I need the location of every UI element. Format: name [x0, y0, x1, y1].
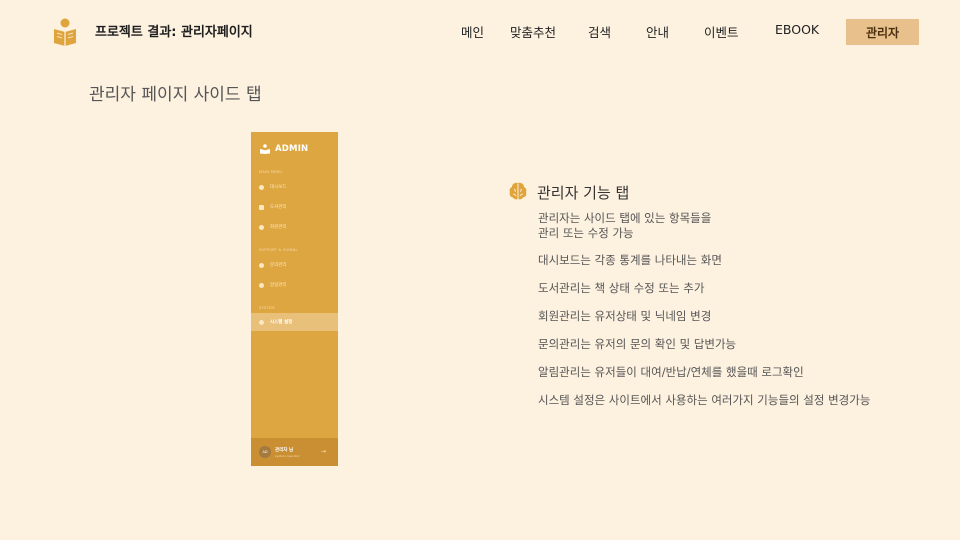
book-reader-icon — [260, 144, 270, 154]
sidebar-section-system: SYSTEM — [259, 306, 275, 310]
sidebar-header: ADMIN — [260, 142, 308, 156]
sidebar-item-inquiries[interactable]: 문의관리 — [251, 256, 338, 274]
admin-sidebar-preview: ADMIN MAIN MENU 대시보드 도서관리 회원관리 SUPPORT &… — [251, 132, 338, 466]
nav-ebook[interactable]: EBOOK — [775, 22, 819, 37]
sidebar-item-label: 도서관리 — [270, 205, 287, 210]
brain-icon — [509, 182, 527, 200]
sidebar-item-system-settings[interactable]: 시스템 설정 — [251, 313, 338, 331]
feature-desc-dashboard: 대시보드는 각종 통계를 나타내는 화면 — [538, 253, 722, 267]
sidebar-item-books[interactable]: 도서관리 — [251, 198, 338, 216]
sidebar-item-dashboard[interactable]: 대시보드 — [251, 178, 338, 196]
gear-icon — [259, 319, 264, 325]
bell-icon — [259, 282, 264, 288]
nav-guide[interactable]: 안내 — [646, 22, 669, 41]
feature-desc-books: 도서관리는 책 상태 수정 또는 추가 — [538, 281, 705, 295]
user-role: system operator — [275, 454, 300, 458]
nav-search[interactable]: 검색 — [588, 22, 611, 41]
page-title: 관리자 페이지 사이드 탭 — [89, 85, 262, 105]
sidebar-section-support: SUPPORT & SIGNAL — [259, 248, 298, 252]
nav-main[interactable]: 메인 — [461, 22, 484, 41]
dashboard-icon — [259, 184, 264, 190]
sidebar-title: ADMIN — [275, 144, 309, 154]
sidebar-user-panel: AD 관리자 님 system operator ⇥ — [251, 438, 338, 466]
feature-desc-notifications: 알림관리는 유저들이 대여/반납/연체를 했을때 로그확인 — [538, 365, 804, 379]
sidebar-item-label: 회원관리 — [270, 225, 287, 230]
sidebar-item-label: 대시보드 — [270, 185, 287, 190]
avatar: AD — [259, 446, 271, 458]
sidebar-item-label: 시스템 설정 — [270, 320, 293, 325]
feature-intro-line-2: 관리 또는 수정 가능 — [538, 226, 634, 240]
logout-icon[interactable]: ⇥ — [321, 448, 326, 455]
sidebar-item-notifications[interactable]: 알림관리 — [251, 276, 338, 294]
sidebar-item-members[interactable]: 회원관리 — [251, 218, 338, 236]
users-icon — [259, 224, 264, 230]
feature-intro-line-1: 관리자는 사이드 탭에 있는 항목들을 — [538, 211, 712, 225]
user-name: 관리자 님 — [275, 448, 294, 453]
question-icon — [259, 262, 264, 268]
sidebar-section-main: MAIN MENU — [259, 170, 283, 174]
feature-desc-members: 회원관리는 유저상태 및 닉네임 변경 — [538, 309, 712, 323]
feature-title: 관리자 기능 탭 — [537, 184, 630, 202]
feature-desc-inquiries: 문의관리는 유저의 문의 확인 및 답변가능 — [538, 337, 737, 351]
admin-button[interactable]: 관리자 — [846, 19, 919, 45]
nav-event[interactable]: 이벤트 — [704, 22, 739, 41]
feature-desc-system: 시스템 설정은 사이트에서 사용하는 여러가지 기능들의 설정 변경가능 — [538, 393, 871, 407]
nav-recommend[interactable]: 맞춤추천 — [510, 22, 556, 41]
book-icon — [259, 204, 264, 210]
sidebar-item-label: 문의관리 — [270, 263, 287, 268]
brand-title: 프로젝트 결과: 관리자페이지 — [95, 25, 253, 40]
sidebar-item-label: 알림관리 — [270, 283, 287, 288]
book-reader-logo-icon — [54, 18, 76, 46]
top-header: 프로젝트 결과: 관리자페이지 메인 맞춤추천 검색 안내 이벤트 EBOOK … — [0, 0, 960, 64]
